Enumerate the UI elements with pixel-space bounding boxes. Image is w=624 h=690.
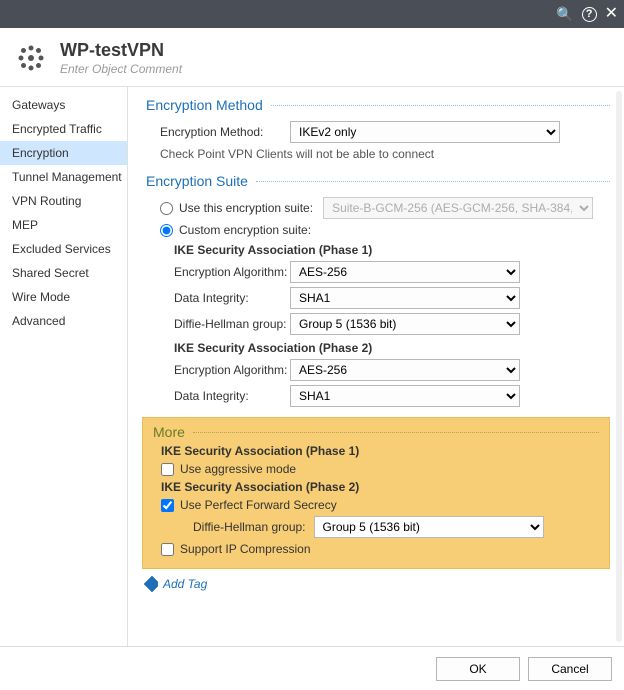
sidebar-item-advanced[interactable]: Advanced [0, 309, 127, 333]
pfs-dh-label: Diffie-Hellman group: [193, 520, 306, 534]
more-section: More IKE Security Association (Phase 1) … [142, 417, 610, 569]
pfs-label: Use Perfect Forward Secrecy [180, 498, 337, 512]
ok-button[interactable]: OK [436, 657, 520, 681]
p2-alg-label: Encryption Algorithm: [174, 363, 290, 377]
phase1-heading: IKE Security Association (Phase 1) [174, 243, 610, 257]
sidebar-item-encryption[interactable]: Encryption [0, 141, 127, 165]
aggressive-mode-checkbox[interactable] [161, 463, 174, 476]
p2-int-label: Data Integrity: [174, 389, 290, 403]
more-title-text: More [153, 424, 185, 440]
add-tag-label: Add Tag [163, 577, 207, 591]
section-encryption-method: Encryption Method [146, 97, 610, 113]
pfs-checkbox[interactable] [161, 499, 174, 512]
content-pane: Encryption Method Encryption Method: IKE… [128, 87, 624, 646]
p1-int-combo[interactable]: SHA1 [290, 287, 520, 309]
sidebar-item-encrypted-traffic[interactable]: Encrypted Traffic [0, 117, 127, 141]
sidebar-item-tunnel-management[interactable]: Tunnel Management [0, 165, 127, 189]
section-title-text: Encryption Suite [146, 173, 248, 189]
sidebar-item-wire-mode[interactable]: Wire Mode [0, 285, 127, 309]
close-icon[interactable]: ✕ [605, 6, 618, 22]
section-encryption-suite: Encryption Suite [146, 173, 610, 189]
preset-suite-combo: Suite-B-GCM-256 (AES-GCM-256, SHA-384, E… [323, 197, 593, 219]
p2-alg-combo[interactable]: AES-256 [290, 359, 520, 381]
search-icon[interactable]: 🔍 [556, 7, 573, 21]
radio-preset-label: Use this encryption suite: [179, 201, 313, 215]
encryption-method-combo[interactable]: IKEv2 only [290, 121, 560, 143]
p1-alg-label: Encryption Algorithm: [174, 265, 290, 279]
p1-dh-label: Diffie-Hellman group: [174, 317, 290, 331]
pfs-dh-combo[interactable]: Group 5 (1536 bit) [314, 516, 544, 538]
dialog-header: WP-testVPN Enter Object Comment [0, 28, 624, 86]
sidebar-item-vpn-routing[interactable]: VPN Routing [0, 189, 127, 213]
add-tag-link[interactable]: Add Tag [146, 577, 610, 591]
radio-custom-suite[interactable] [160, 224, 173, 237]
titlebar: 🔍 ? ✕ [0, 0, 624, 28]
encryption-method-note: Check Point VPN Clients will not be able… [160, 147, 610, 161]
section-title-text: Encryption Method [146, 97, 263, 113]
radio-preset-suite[interactable] [160, 202, 173, 215]
scrollbar[interactable] [616, 91, 622, 642]
ipcomp-checkbox[interactable] [161, 543, 174, 556]
p1-alg-combo[interactable]: AES-256 [290, 261, 520, 283]
radio-custom-label: Custom encryption suite: [179, 223, 311, 237]
sidebar: Gateways Encrypted Traffic Encryption Tu… [0, 87, 128, 646]
object-title: WP-testVPN [60, 40, 182, 61]
help-icon[interactable]: ? [582, 7, 597, 22]
ipcomp-label: Support IP Compression [180, 542, 311, 556]
more-title: More [153, 424, 599, 440]
tag-icon [144, 576, 161, 593]
object-comment-placeholder[interactable]: Enter Object Comment [60, 62, 182, 76]
phase2-heading: IKE Security Association (Phase 2) [174, 341, 610, 355]
sidebar-item-gateways[interactable]: Gateways [0, 93, 127, 117]
p2-int-combo[interactable]: SHA1 [290, 385, 520, 407]
sidebar-item-mep[interactable]: MEP [0, 213, 127, 237]
aggressive-mode-label: Use aggressive mode [180, 462, 296, 476]
mesh-icon [16, 43, 46, 73]
sidebar-item-shared-secret[interactable]: Shared Secret [0, 261, 127, 285]
more-p2-heading: IKE Security Association (Phase 2) [161, 480, 599, 494]
p1-dh-combo[interactable]: Group 5 (1536 bit) [290, 313, 520, 335]
dialog-body: Gateways Encrypted Traffic Encryption Tu… [0, 86, 624, 646]
sidebar-item-excluded-services[interactable]: Excluded Services [0, 237, 127, 261]
p1-int-label: Data Integrity: [174, 291, 290, 305]
cancel-button[interactable]: Cancel [528, 657, 612, 681]
more-p1-heading: IKE Security Association (Phase 1) [161, 444, 599, 458]
encryption-method-label: Encryption Method: [160, 125, 290, 139]
